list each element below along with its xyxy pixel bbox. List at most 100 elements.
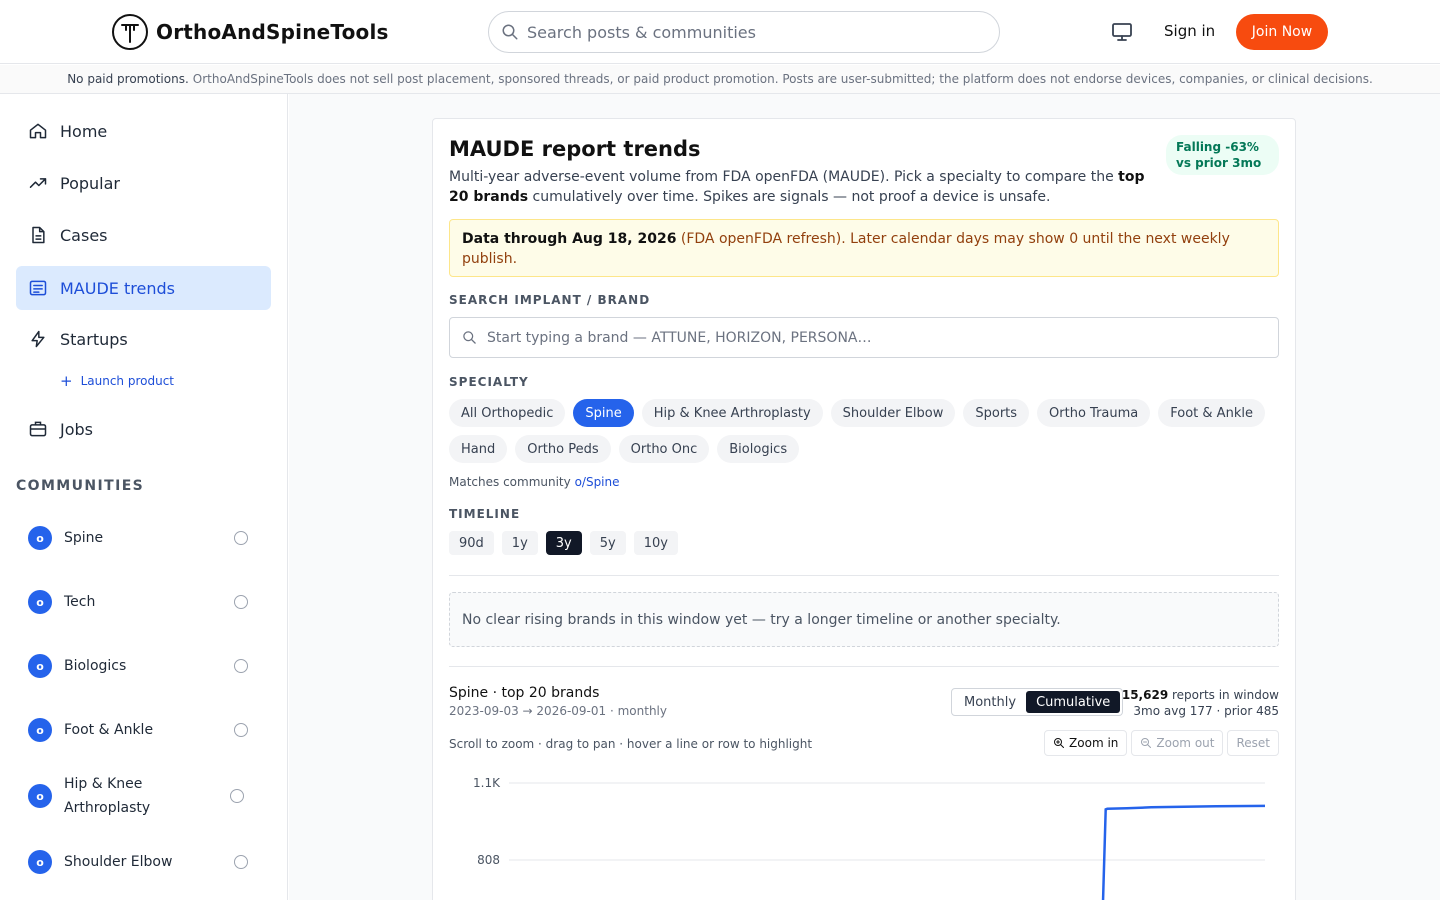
community-item[interactable]: o Shoulder Elbow [28,850,248,874]
specialty-chip[interactable]: Ortho Peds [515,435,611,463]
community-label: Foot & Ankle [64,722,154,738]
reset-zoom-button[interactable]: Reset [1227,730,1279,756]
timeline-option[interactable]: 1y [501,531,538,555]
sidebar-item-cases[interactable]: Cases [16,213,271,257]
zoom-out-button[interactable]: Zoom out [1131,730,1224,756]
community-label: Hip & Knee Arthroplasty [64,776,151,816]
community-item[interactable]: o Hip & Knee Arthroplasty [28,772,248,820]
join-community-toggle[interactable] [234,531,248,545]
desc-post: cumulatively over time. Spikes are signa… [528,189,1051,205]
community-item[interactable]: o Tech [28,590,248,614]
sidebar-item-label: Jobs [60,419,93,439]
launch-product-link[interactable]: + Launch product [60,372,174,390]
no-paid-promotions-notice: No paid promotions. OrthoAndSpineTools d… [0,65,1440,94]
global-search[interactable] [488,11,1000,53]
desc-pre: Multi-year adverse-event volume from FDA… [449,169,1119,185]
specialty-chip[interactable]: Hip & Knee Arthroplasty [641,399,823,427]
trend-badge: Falling -63% vs prior 3mo [1166,135,1279,175]
specialty-chip[interactable]: Hand [449,435,508,463]
chart-hint: Scroll to zoom · drag to pan · hover a l… [449,737,813,751]
join-community-toggle[interactable] [234,659,248,673]
sidebar-item-startups[interactable]: Startups [16,317,271,361]
community-avatar: o [28,654,52,678]
specialty-chip[interactable]: Biologics [717,435,800,463]
brand-name: OrthoAndSpineTools [156,20,389,44]
specialty-chip[interactable]: Shoulder Elbow [830,399,956,427]
community-avatar: o [28,590,52,614]
join-community-toggle[interactable] [234,595,248,609]
timeline-option[interactable]: 90d [449,531,494,555]
sign-in-button[interactable]: Sign in [1150,20,1229,42]
sidebar-item-home[interactable]: Home [16,109,271,153]
community-label: Shoulder Elbow [64,854,173,870]
join-now-button[interactable]: Join Now [1236,14,1328,50]
specialty-chip[interactable]: Sports [963,399,1030,427]
zoom-out-icon [1141,738,1152,748]
community-label: Biologics [64,658,127,674]
matches-community: Matches community o/Spine [449,475,620,489]
specialty-chip[interactable]: All Orthopedic [449,399,566,427]
timeline-option[interactable]: 5y [589,531,626,555]
search-icon [502,24,518,40]
notice-bold: No paid promotions. [67,72,189,86]
zoom-in-button[interactable]: Zoom in [1044,730,1128,756]
cumulative-line-chart[interactable]: 1.1K 808 [449,769,1279,900]
timeline-option-active[interactable]: 3y [545,531,582,555]
search-icon [463,331,476,344]
report-count-line: 15,629 reports in window [1122,687,1279,703]
series-line[interactable] [1101,804,1266,900]
data-freshness-notice: Data through Aug 18, 2026 (FDA openFDA r… [449,219,1279,277]
community-avatar: o [28,718,52,742]
monthly-mode-button[interactable]: Monthly [954,691,1026,713]
top-header: OrthoAndSpineTools Sign in Join Now [0,0,1440,64]
empty-rising-message: No clear rising brands in this window ye… [449,592,1279,647]
community-link[interactable]: o/Spine [575,475,620,489]
sidebar-item-popular[interactable]: Popular [16,161,271,205]
join-community-toggle[interactable] [230,789,244,803]
chart-title: Spine · top 20 brands [449,685,600,701]
specialty-chip-active[interactable]: Spine [573,399,634,427]
timeline-option[interactable]: 10y [633,531,678,555]
y-tick-label: 1.1K [473,776,501,790]
report-avg-line: 3mo avg 177 · prior 485 [1133,704,1279,718]
communities-heading: COMMUNITIES [16,478,145,494]
search-brand-label: SEARCH IMPLANT / BRAND [449,293,651,307]
report-count-label: reports in window [1172,688,1279,702]
sidebar-item-jobs[interactable]: Jobs [16,407,271,451]
document-icon [28,225,48,245]
specialty-chip[interactable]: Ortho Trauma [1037,399,1151,427]
specialty-chip[interactable]: Ortho Onc [618,435,710,463]
cumulative-mode-button[interactable]: Cumulative [1026,691,1121,713]
brand-search-input[interactable] [487,329,1267,346]
monitor-icon[interactable] [1110,20,1134,44]
sidebar-item-label: Popular [60,173,120,193]
sidebar-item-label: Home [60,121,108,141]
community-item[interactable]: o Foot & Ankle [28,718,248,742]
page-description: Multi-year adverse-event volume from FDA… [449,167,1159,207]
community-avatar: o [28,784,52,808]
zoom-out-label: Zoom out [1156,736,1215,750]
brand-search[interactable] [449,317,1279,358]
join-community-toggle[interactable] [234,723,248,737]
logo[interactable]: OrthoAndSpineTools [112,14,389,50]
trending-up-icon [28,173,48,193]
specialty-chip[interactable]: Foot & Ankle [1158,399,1265,427]
sidebar-item-label: MAUDE trends [60,278,175,298]
join-community-toggle[interactable] [234,855,248,869]
sidebar-item-maude-trends[interactable]: MAUDE trends [16,266,271,310]
zoom-in-icon [1054,738,1065,748]
specialty-chips: All Orthopedic Spine Hip & Knee Arthropl… [449,399,1279,463]
lightning-icon [28,329,48,349]
search-input[interactable] [527,22,967,42]
specialty-label: SPECIALTY [449,375,529,389]
sidebar: Home Popular Cases MAUDE trends Startups… [0,94,288,900]
notice-text: OrthoAndSpineTools does not sell post pl… [192,72,1373,86]
divider [449,575,1279,576]
timeline-label: TIMELINE [449,507,521,521]
sidebar-item-label: Cases [60,225,108,245]
community-item[interactable]: o Biologics [28,654,248,678]
report-stats: 15,629 reports in window 3mo avg 177 · p… [1122,687,1279,719]
community-item[interactable]: o Spine [28,526,248,550]
timeline-buttons: 90d 1y 3y 5y 10y [449,531,678,555]
maude-trends-card: MAUDE report trends Falling -63% vs prio… [432,118,1296,900]
